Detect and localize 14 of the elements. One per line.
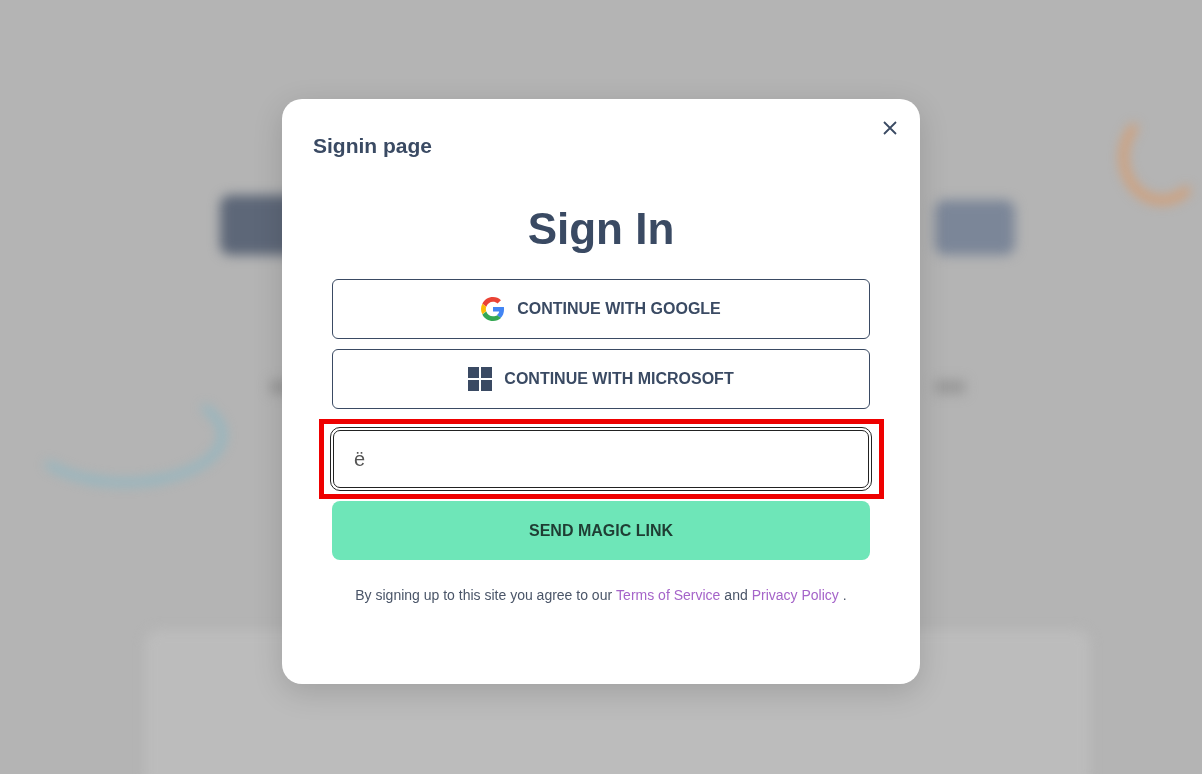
close-icon[interactable] (882, 120, 898, 136)
legal-text: and (724, 587, 748, 603)
email-input-field[interactable]: ë (330, 427, 872, 491)
sign-in-heading: Sign In (527, 203, 675, 255)
google-logo-icon (481, 297, 506, 321)
microsoft-sign-in-button[interactable]: CONTINUE WITH MICROSOFT (332, 349, 870, 409)
legal-period: . (842, 587, 847, 603)
terms-of-service-link[interactable]: Terms of Service (616, 587, 721, 603)
google-sign-in-button[interactable]: CONTINUE WITH GOOGLE (332, 279, 870, 339)
privacy-policy-link[interactable]: Privacy Policy (751, 587, 839, 603)
dialog-title: Signin page (313, 134, 432, 158)
legal-text: By signing up to this site you agree to our (355, 587, 613, 603)
windows-logo-icon (468, 367, 493, 391)
send-magic-link-button[interactable]: SEND MAGIC LINK (332, 501, 870, 560)
